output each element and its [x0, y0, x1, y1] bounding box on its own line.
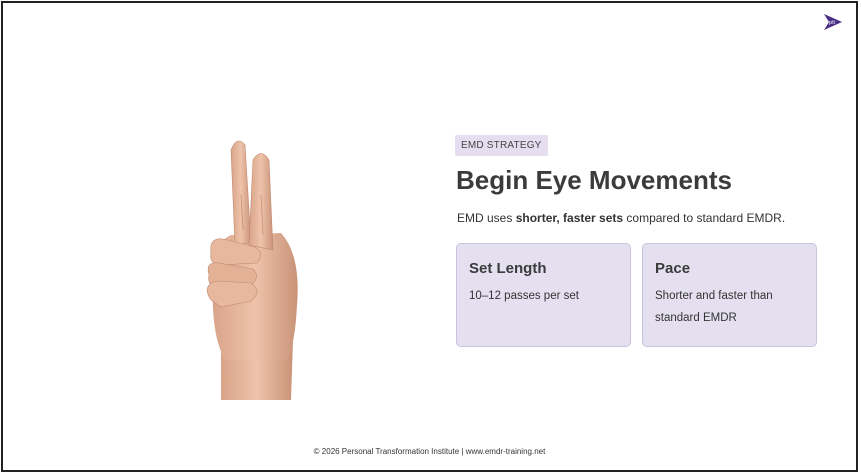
footer-copyright: © 2026 Personal Transformation Institute… [313, 447, 546, 456]
pti-logo-icon: pti [824, 14, 842, 30]
set-length-card: Set Length 10–12 passes per set [456, 243, 631, 347]
card-title: Pace [655, 260, 691, 277]
page-title: Begin Eye Movements [456, 165, 732, 195]
subtitle-post: compared to standard EMDR. [623, 211, 786, 225]
two-fingers-hand-image [206, 140, 298, 400]
svg-text:pti: pti [829, 20, 836, 26]
card-title: Set Length [469, 260, 547, 277]
pace-card: Pace Shorter and faster than standard EM… [642, 243, 817, 347]
section-badge: EMD STRATEGY [455, 135, 548, 156]
subtitle: EMD uses shorter, faster sets compared t… [457, 211, 785, 225]
card-text: 10–12 passes per set [469, 290, 579, 302]
subtitle-pre: EMD uses [457, 211, 516, 225]
subtitle-bold: shorter, faster sets [515, 211, 624, 225]
card-text: Shorter and faster than standard EMDR [655, 290, 773, 324]
slide: pti EMD STRATEGY Begin Eye Movements EMD… [1, 1, 858, 472]
